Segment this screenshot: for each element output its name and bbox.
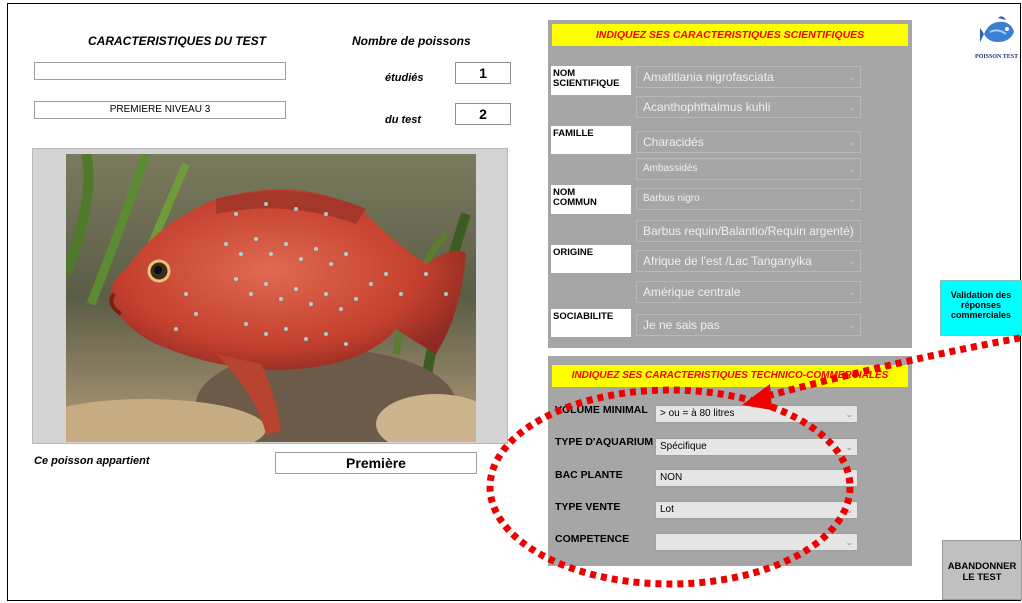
arrow-head-icon (742, 384, 772, 410)
annotation-overlay (486, 334, 1021, 588)
highlight-ellipse (486, 386, 854, 588)
pointer-arrow-line (759, 334, 1021, 402)
